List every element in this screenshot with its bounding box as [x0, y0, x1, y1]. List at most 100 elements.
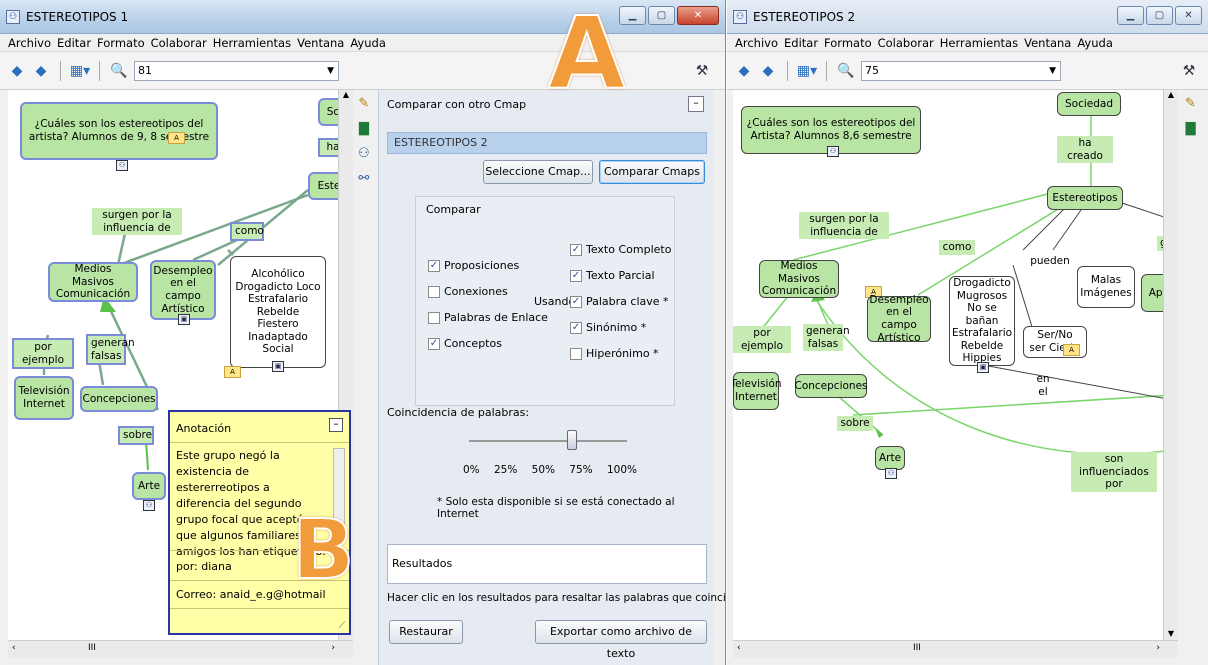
checkbox-box[interactable]	[428, 285, 440, 298]
scroll-thumb-grip[interactable]: III	[913, 643, 921, 653]
node-arte[interactable]: Arte	[875, 446, 905, 470]
forward-arrow-icon[interactable]: ◆	[759, 62, 777, 80]
annotation-minimize-button[interactable]: –	[329, 418, 343, 432]
tool-icon[interactable]: ⚒	[1180, 62, 1198, 80]
menu-colaborar[interactable]: Colaborar	[878, 36, 934, 50]
node-medios[interactable]: Medios Masivos Comunicación	[759, 260, 839, 298]
menu-herramientas[interactable]: Herramientas	[213, 36, 291, 50]
menu-formato[interactable]: Formato	[97, 36, 145, 50]
menu-archivo[interactable]: Archivo	[735, 36, 778, 50]
scroll-right-icon[interactable]: ›	[331, 643, 335, 653]
link-por-ejemplo[interactable]: por ejemplo	[733, 326, 791, 354]
results-box[interactable]: Resultados	[387, 544, 707, 584]
menu-ayuda[interactable]: Ayuda	[350, 36, 386, 50]
zoom-select[interactable]: 81 ▼	[134, 60, 339, 81]
minimize-button[interactable]: ▁	[1117, 6, 1144, 25]
checkbox-texto-parcial[interactable]: ✓ Texto Parcial	[570, 269, 655, 282]
maximize-button[interactable]: ▢	[648, 6, 675, 25]
horizontal-scrollbar[interactable]: ‹ III ›	[8, 640, 353, 658]
node-medios[interactable]: Medios Masivos Comunicación	[48, 262, 138, 302]
menu-editar[interactable]: Editar	[57, 36, 91, 50]
scroll-thumb-grip[interactable]: III	[88, 643, 96, 653]
node-sociedad[interactable]: Sociedad	[1057, 92, 1121, 116]
scroll-up-icon[interactable]: ▲	[339, 90, 353, 99]
image-icon[interactable]: ▣	[272, 361, 284, 372]
checkbox-texto-completo[interactable]: ✓ Texto Completo	[570, 243, 671, 256]
node-arte[interactable]: Arte	[132, 472, 166, 500]
vertical-scrollbar[interactable]: ▲ ▼	[1163, 90, 1178, 640]
node-alcoholico[interactable]: Alcohólico Drogadicto Loco Estrafalario …	[230, 256, 326, 368]
link-generan[interactable]: generan falsas	[803, 324, 850, 352]
scroll-left-icon[interactable]: ‹	[737, 643, 741, 653]
node-desempleo[interactable]: Desempleo en el campo Artístico	[867, 294, 931, 344]
title-bar[interactable]: ⚇ ESTEREOTIPOS 2 ▁ ▢ ✕	[727, 0, 1208, 34]
panel-minimize-button[interactable]: –	[688, 96, 704, 112]
scroll-left-icon[interactable]: ‹	[12, 643, 16, 653]
book-icon[interactable]: ▇	[1185, 121, 1195, 136]
scroll-right-icon[interactable]: ›	[1156, 643, 1160, 653]
annotation-icon[interactable]: A	[1063, 344, 1080, 356]
node-television[interactable]: Televisión Internet	[733, 372, 782, 410]
view-menu-icon[interactable]: ▦▾	[797, 62, 817, 80]
zoom-icon[interactable]: 🔍	[110, 62, 128, 80]
compare-icon[interactable]: ⚯	[358, 171, 369, 186]
compare-cmaps-button[interactable]: Comparar Cmaps	[599, 160, 705, 184]
back-arrow-icon[interactable]: ◆	[735, 62, 753, 80]
checkbox-sinonimo[interactable]: ✓ Sinónimo *	[570, 321, 646, 334]
link-por-ejemplo[interactable]: por ejemplo	[12, 338, 74, 370]
checkbox-box[interactable]: ✓	[570, 295, 582, 308]
checkbox-proposiciones[interactable]: ✓ Proposiciones	[428, 259, 519, 272]
book-icon[interactable]: ▇	[359, 121, 369, 136]
horizontal-scrollbar[interactable]: ‹ III ›	[733, 640, 1178, 658]
node-television[interactable]: Televisión Internet	[14, 376, 74, 420]
focus-question-node[interactable]: ¿Cuáles son los estereotipos del artista…	[20, 102, 218, 160]
select-cmap-button[interactable]: Seleccione Cmap...	[483, 160, 593, 184]
collaborate-icon[interactable]: ⚇	[358, 146, 370, 161]
checkbox-box[interactable]: ✓	[570, 269, 582, 282]
menu-ventana[interactable]: Ventana	[1024, 36, 1071, 50]
selected-map-field[interactable]: ESTEREOTIPOS 2	[387, 132, 707, 154]
slider-thumb[interactable]	[566, 430, 577, 450]
link-pueden[interactable]: pueden	[1025, 254, 1075, 269]
link-surgen[interactable]: surgen por la influencia de	[92, 208, 182, 236]
checkbox-box[interactable]: ✓	[570, 243, 582, 256]
checkbox-box[interactable]: ✓	[428, 337, 440, 350]
back-arrow-icon[interactable]: ◆	[8, 62, 26, 80]
checkbox-box[interactable]	[570, 347, 582, 360]
forward-arrow-icon[interactable]: ◆	[32, 62, 50, 80]
submap-icon[interactable]: ⚇	[885, 468, 897, 479]
tool-icon[interactable]: ⚒	[693, 62, 711, 80]
link-como[interactable]: como	[939, 240, 975, 255]
node-concepciones[interactable]: Concepciones	[80, 386, 158, 412]
maximize-button[interactable]: ▢	[1146, 6, 1173, 25]
link-son-influenciados[interactable]: son influenciados por	[1071, 452, 1157, 492]
checkbox-box[interactable]: ✓	[570, 321, 582, 334]
annotation-icon[interactable]: A	[168, 132, 185, 144]
checkbox-hiperonimo[interactable]: Hiperónimo *	[570, 347, 659, 360]
annotation-icon[interactable]: A	[224, 366, 241, 378]
node-malas-imagenes[interactable]: Malas Imágenes	[1077, 266, 1135, 308]
node-estereotipos[interactable]: Estereotipos	[1047, 186, 1123, 210]
link-sobre[interactable]: sobre	[118, 426, 154, 445]
pencil-icon[interactable]: ✎	[1185, 96, 1196, 111]
menu-editar[interactable]: Editar	[784, 36, 818, 50]
image-icon[interactable]: ▣	[178, 314, 190, 325]
restore-button[interactable]: Restaurar	[389, 620, 463, 644]
menu-ayuda[interactable]: Ayuda	[1077, 36, 1113, 50]
link-como[interactable]: como	[230, 222, 264, 241]
node-concepciones[interactable]: Concepciones	[795, 374, 868, 398]
link-ha-creado[interactable]: ha creado	[1057, 136, 1113, 164]
checkbox-palabras-enlace[interactable]: Palabras de Enlace	[428, 311, 548, 324]
pencil-icon[interactable]: ✎	[358, 96, 369, 111]
cmap-canvas[interactable]: ¿Cuáles son los estereotipos del Artista…	[733, 90, 1178, 640]
submap-icon[interactable]: ⚇	[827, 146, 839, 157]
link-en-el[interactable]: en el	[1031, 372, 1055, 399]
checkbox-palabra-clave[interactable]: ✓ Palabra clave *	[570, 295, 669, 308]
checkbox-box[interactable]	[428, 311, 440, 324]
zoom-icon[interactable]: 🔍	[837, 62, 855, 80]
menu-formato[interactable]: Formato	[824, 36, 872, 50]
scroll-up-icon[interactable]: ▲	[1164, 90, 1178, 99]
menu-ventana[interactable]: Ventana	[297, 36, 344, 50]
menu-archivo[interactable]: Archivo	[8, 36, 51, 50]
scroll-down-icon[interactable]: ▼	[1164, 629, 1178, 638]
